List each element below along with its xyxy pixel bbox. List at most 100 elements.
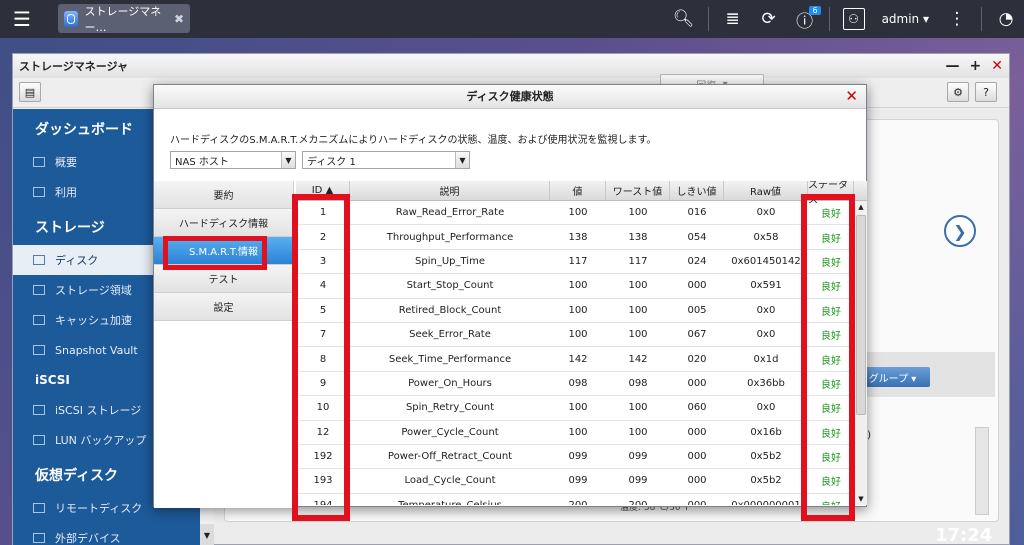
cell-worst: 100 bbox=[628, 402, 648, 414]
cell-value: 098 bbox=[568, 377, 588, 389]
cell-description: Temperature_Celsius bbox=[350, 494, 550, 505]
highlight-box-id-column bbox=[292, 194, 350, 521]
cell-description: Throughput_Performance bbox=[386, 231, 514, 243]
scroll-thumb[interactable] bbox=[856, 215, 866, 415]
chevron-down-icon: ▼ bbox=[455, 152, 469, 168]
table-row[interactable]: 7 Seek_Error_Rate 100 100 067 0x0 良好 bbox=[296, 323, 867, 348]
cell-worst: 100 bbox=[628, 304, 648, 316]
disk-select[interactable]: ディスク 1 ▼ bbox=[302, 151, 470, 169]
table-row[interactable]: 12 Power_Cycle_Count 100 100 000 0x16b 良好 bbox=[296, 421, 867, 445]
gear-icon[interactable]: ⚙ bbox=[947, 82, 969, 102]
table-row[interactable]: 2 Throughput_Performance 138 138 054 0x58 良好 bbox=[296, 225, 867, 250]
cell-worst: 100 bbox=[628, 207, 648, 219]
cell-description: Load_Cycle_Count bbox=[404, 475, 496, 487]
table-row[interactable]: 193 Load_Cycle_Count 099 099 000 0x5b2 良好 bbox=[296, 469, 867, 494]
column-header-worst[interactable]: ワースト値 bbox=[606, 181, 670, 200]
cell-raw: 0x0 bbox=[756, 329, 776, 341]
table-row[interactable]: 192 Power-Off_Retract_Count 099 099 000 0x5b2… bbox=[296, 445, 867, 470]
table-row[interactable]: 5 Retired_Block_Count 100 100 005 0x0 良好 bbox=[296, 299, 867, 323]
app-tab-label: ストレージマネー… bbox=[84, 4, 162, 34]
storage-app-icon bbox=[64, 10, 79, 27]
scroll-up-icon[interactable]: ▲ bbox=[855, 201, 867, 213]
cell-threshold: 020 bbox=[687, 353, 707, 365]
user-menu[interactable]: admin ▾ bbox=[872, 12, 939, 26]
column-header-value[interactable]: 値 bbox=[550, 181, 606, 200]
minimize-icon[interactable]: — bbox=[946, 58, 960, 74]
sidebar-item-external-device[interactable]: 外部デバイス bbox=[13, 523, 200, 545]
cell-threshold: 005 bbox=[687, 304, 707, 316]
iscsi-icon bbox=[33, 405, 45, 415]
dashboard-icon[interactable]: ◔ bbox=[988, 0, 1024, 38]
storage-space-icon bbox=[33, 285, 45, 295]
table-row[interactable]: 9 Power_On_Hours 098 098 000 0x36bb 良好 bbox=[296, 372, 867, 397]
sidebar-scroll-down[interactable]: ▼ bbox=[200, 524, 214, 545]
sync-icon[interactable]: ⟳ bbox=[751, 0, 787, 38]
cell-raw: 0x591 bbox=[750, 280, 782, 292]
table-row[interactable]: 194Temperature_Celsius2002000000x0000000… bbox=[296, 494, 867, 505]
close-icon[interactable]: ✖ bbox=[174, 12, 184, 26]
cell-worst: 099 bbox=[628, 451, 648, 463]
notification-icon[interactable]: ⓘ 6 bbox=[787, 0, 823, 38]
app-tab-storage-manager[interactable]: ストレージマネー… ✖ bbox=[58, 4, 190, 34]
scroll-down-icon[interactable]: ▼ bbox=[855, 493, 867, 505]
table-row[interactable]: 4 Start_Stop_Count 100 100 000 0x591 良好 bbox=[296, 274, 867, 299]
cell-worst: 138 bbox=[628, 231, 648, 243]
cell-threshold: 000 bbox=[687, 475, 707, 487]
table-body: 1 Raw_Read_Error_Rate 100 100 016 0x0 良好 2 Throu… bbox=[296, 201, 867, 505]
column-header-description[interactable]: 説明 bbox=[350, 181, 550, 200]
cell-threshold: 024 bbox=[687, 255, 707, 267]
tab-summary[interactable]: 要約 bbox=[154, 181, 293, 209]
cell-value: 099 bbox=[568, 451, 588, 463]
disk-icon bbox=[33, 255, 45, 265]
table-scrollbar[interactable]: ▲ ▼ bbox=[854, 201, 867, 505]
host-select[interactable]: NAS ホスト ▼ bbox=[170, 151, 296, 169]
column-header-raw[interactable]: Raw値 bbox=[724, 181, 808, 200]
user-icon[interactable]: ⚇ bbox=[836, 0, 872, 38]
lun-backup-icon bbox=[33, 435, 45, 445]
table-row[interactable]: 10 Spin_Retry_Count 100 100 060 0x0 良好 bbox=[296, 396, 867, 421]
external-device-icon bbox=[33, 533, 45, 543]
cell-worst: 200 bbox=[606, 494, 670, 505]
cell-worst: 100 bbox=[628, 426, 648, 438]
cell-worst: 117 bbox=[628, 255, 648, 267]
menu-icon[interactable]: ☰ bbox=[0, 0, 44, 38]
chevron-right-icon[interactable]: ❯ bbox=[944, 215, 976, 247]
background-task-icon[interactable]: ≣ bbox=[715, 0, 751, 38]
cell-worst: 099 bbox=[628, 475, 648, 487]
sidebar-toggle-icon[interactable]: ▤ bbox=[19, 82, 41, 102]
close-window-icon[interactable]: ✕ bbox=[991, 58, 1003, 74]
cell-value: 100 bbox=[568, 329, 588, 341]
more-options-icon[interactable]: ⋮ bbox=[939, 0, 975, 38]
table-row[interactable]: 1 Raw_Read_Error_Rate 100 100 016 0x0 良好 bbox=[296, 201, 867, 226]
column-header-threshold[interactable]: しきい値 bbox=[670, 181, 724, 200]
table-row[interactable]: 3 Spin_Up_Time 117 117 024 0x601450142 良好 bbox=[296, 250, 867, 275]
cell-threshold: 000 bbox=[687, 451, 707, 463]
cell-worst: 100 bbox=[628, 280, 648, 292]
cell-description: Seek_Time_Performance bbox=[388, 353, 512, 365]
highlight-box-smart-tab bbox=[163, 236, 267, 270]
scrollbar[interactable] bbox=[975, 427, 989, 515]
cell-description: Retired_Block_Count bbox=[398, 304, 502, 316]
window-title: ストレージマネージャ bbox=[13, 54, 1009, 78]
table-header: ID ▲ 説明 値 ワースト値 しきい値 Raw値 ステータス bbox=[296, 181, 867, 206]
cell-raw: 0x0 bbox=[756, 304, 776, 316]
cell-raw: 0x16b bbox=[750, 426, 782, 438]
cell-threshold: 000 bbox=[687, 280, 707, 292]
table-row[interactable]: 8 Seek_Time_Performance 142 142 020 0x1d 良好 bbox=[296, 347, 867, 372]
close-icon[interactable]: ✕ bbox=[845, 87, 858, 105]
tab-disk-info[interactable]: ハードディスク情報 bbox=[154, 209, 293, 237]
tab-settings[interactable]: 設定 bbox=[154, 293, 293, 321]
cell-threshold: 060 bbox=[687, 402, 707, 414]
cell-threshold: 016 bbox=[687, 207, 707, 219]
highlight-box-status-column bbox=[801, 194, 855, 521]
cell-description: Spin_Retry_Count bbox=[405, 402, 495, 414]
help-icon[interactable]: ? bbox=[975, 82, 997, 102]
cell-threshold: 054 bbox=[687, 231, 707, 243]
divider bbox=[828, 7, 830, 31]
cell-description: Raw_Read_Error_Rate bbox=[395, 207, 505, 219]
dialog-title: ディスク健康状態 bbox=[154, 85, 866, 109]
maximize-icon[interactable]: + bbox=[970, 58, 982, 74]
top-bar: ☰ ストレージマネー… ✖ 🔍︎ ≣ ⟳ ⓘ 6 ⚇ admin ▾ ⋮ ◔ bbox=[0, 0, 1024, 38]
cell-value: 142 bbox=[568, 353, 588, 365]
search-icon[interactable]: 🔍︎ bbox=[666, 0, 702, 38]
